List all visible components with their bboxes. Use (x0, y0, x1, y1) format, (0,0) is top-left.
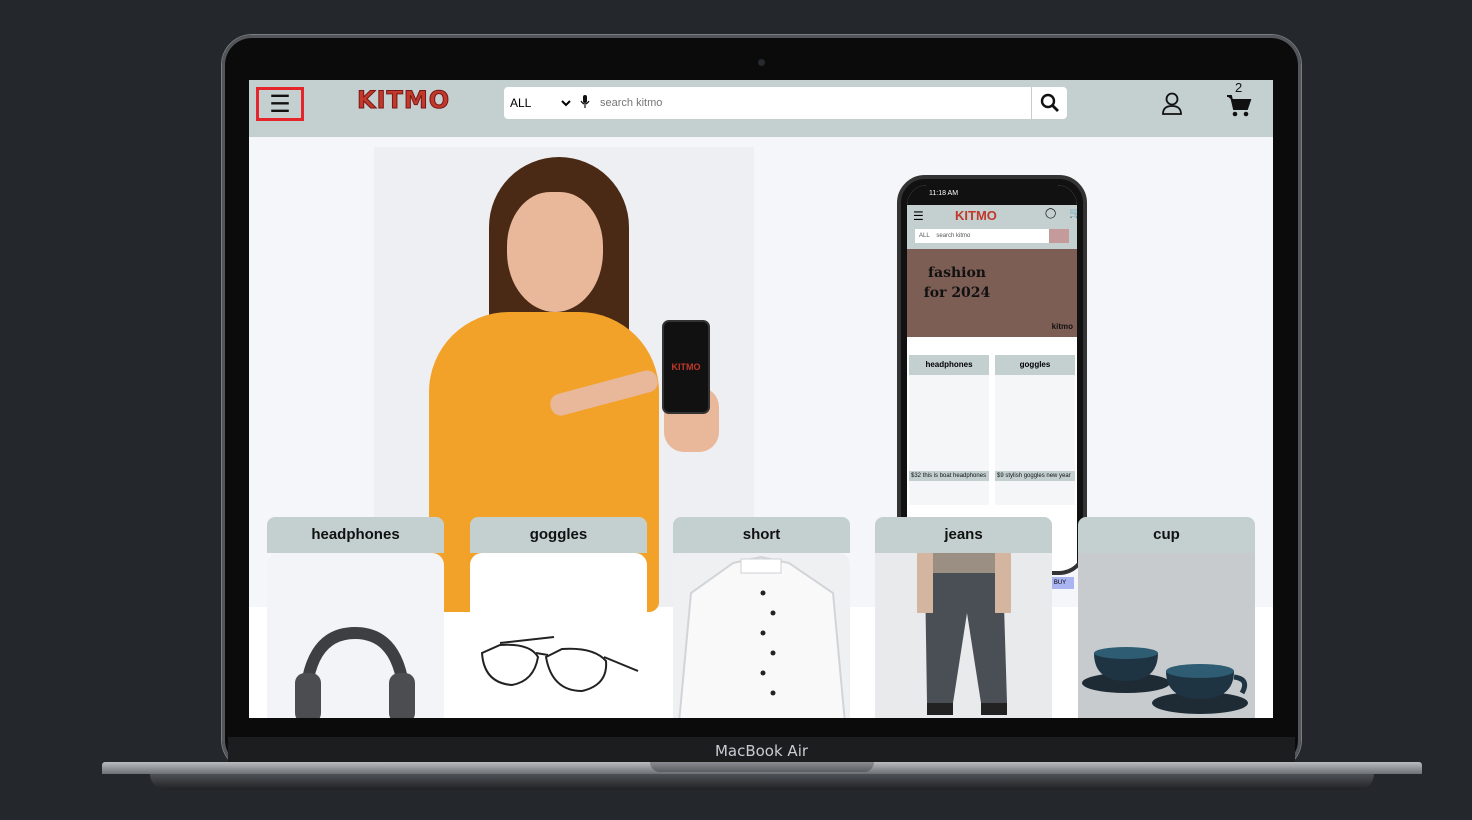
microphone-icon[interactable] (578, 94, 592, 112)
shirt-image[interactable] (673, 553, 850, 718)
website-screen: ☰ KITMO ALL 2 KITMO (249, 80, 1273, 718)
headphones-graphic (295, 626, 415, 718)
phone-search-category: ALL (919, 233, 930, 239)
phone-card: headphones $32 this is boat headphones (909, 355, 989, 505)
cart-icon (1227, 95, 1252, 117)
model-phone-logo: KITMO (671, 362, 701, 372)
model-phone: KITMO (662, 320, 710, 414)
phone-hamburger-icon: ☰ (913, 209, 924, 223)
laptop-base-bottom (150, 774, 1374, 790)
phone-card-title: headphones (909, 355, 989, 375)
phone-navbar: ☰ KITMO ◯ 🛒 (907, 205, 1077, 229)
jeans-graphic (917, 553, 1011, 715)
phone-status-time: 11:18 AM (907, 185, 1077, 205)
search-button[interactable] (1031, 87, 1067, 119)
cart-button[interactable] (1226, 94, 1252, 123)
cart-count-badge: 2 (1235, 80, 1243, 95)
product-card-goggles[interactable]: goggles (470, 517, 647, 718)
shirt-graphic (678, 555, 846, 718)
phone-logo: KITMO (955, 208, 997, 223)
phone-card-row: headphones $32 this is boat headphones g… (907, 337, 1077, 505)
phone-banner-text: fashion for 2024 (923, 265, 991, 301)
menu-button[interactable]: ☰ (256, 87, 304, 121)
laptop-notch (650, 762, 874, 772)
search-icon (1040, 93, 1059, 112)
model-face (507, 192, 603, 312)
product-card-cup[interactable]: cup (1078, 517, 1255, 718)
product-card-title: short (673, 517, 850, 553)
device-label: MacBook Air (714, 742, 809, 760)
user-icon (1162, 92, 1182, 115)
phone-search-icon (1049, 229, 1069, 243)
category-select[interactable]: ALL (506, 88, 574, 118)
phone-mockup: 11:18 AM ☰ KITMO ◯ 🛒 ALL search kitmo fa… (897, 175, 1087, 575)
phone-user-icon: ◯ (1045, 208, 1057, 219)
product-card-jeans[interactable]: jeans (875, 517, 1052, 718)
hamburger-icon: ☰ (269, 90, 291, 118)
search-bar: ALL (504, 87, 1067, 119)
goggles-image[interactable] (470, 553, 647, 718)
laptop-chin: MacBook Air (228, 737, 1295, 765)
product-card-title: goggles (470, 517, 647, 553)
site-logo[interactable]: KITMO (356, 86, 450, 115)
navbar: ☰ KITMO ALL 2 (249, 80, 1273, 137)
jeans-image[interactable] (875, 553, 1052, 718)
phone-search: ALL search kitmo (907, 229, 1077, 249)
product-card-title: jeans (875, 517, 1052, 553)
phone-card: goggles $9 stylish goggles new year (995, 355, 1075, 505)
webcam (758, 59, 765, 66)
user-account-button[interactable] (1161, 92, 1183, 121)
phone-fashion-banner: fashion for 2024 kitmo (907, 249, 1077, 337)
phone-card-price: $32 (911, 473, 922, 479)
cup-image[interactable] (1078, 553, 1255, 718)
phone-banner-brand: kitmo (1051, 322, 1073, 331)
search-input[interactable] (598, 88, 1031, 118)
phone-search-field: ALL search kitmo (915, 229, 1069, 243)
phone-cart-icon: 🛒 (1069, 208, 1077, 219)
phone-card-title: goggles (995, 355, 1075, 375)
cups-graphic (1082, 647, 1248, 714)
product-card-headphones[interactable]: headphones (267, 517, 444, 718)
product-card-title: cup (1078, 517, 1255, 553)
phone-card-price: $9 (997, 473, 1004, 479)
phone-mockup-screen: 11:18 AM ☰ KITMO ◯ 🛒 ALL search kitmo fa… (907, 185, 1077, 571)
phone-card-price-row: $9 stylish goggles new year (995, 471, 1075, 481)
product-card-short[interactable]: short (673, 517, 850, 718)
goggles-graphic (480, 636, 639, 693)
headphones-image[interactable] (267, 553, 444, 718)
phone-search-placeholder: search kitmo (936, 233, 971, 239)
phone-card-desc: stylish goggles new year (1005, 473, 1071, 479)
phone-card-desc: this is boat headphones (922, 473, 987, 479)
phone-card-price-row: $32 this is boat headphones (909, 471, 989, 481)
product-card-title: headphones (267, 517, 444, 553)
